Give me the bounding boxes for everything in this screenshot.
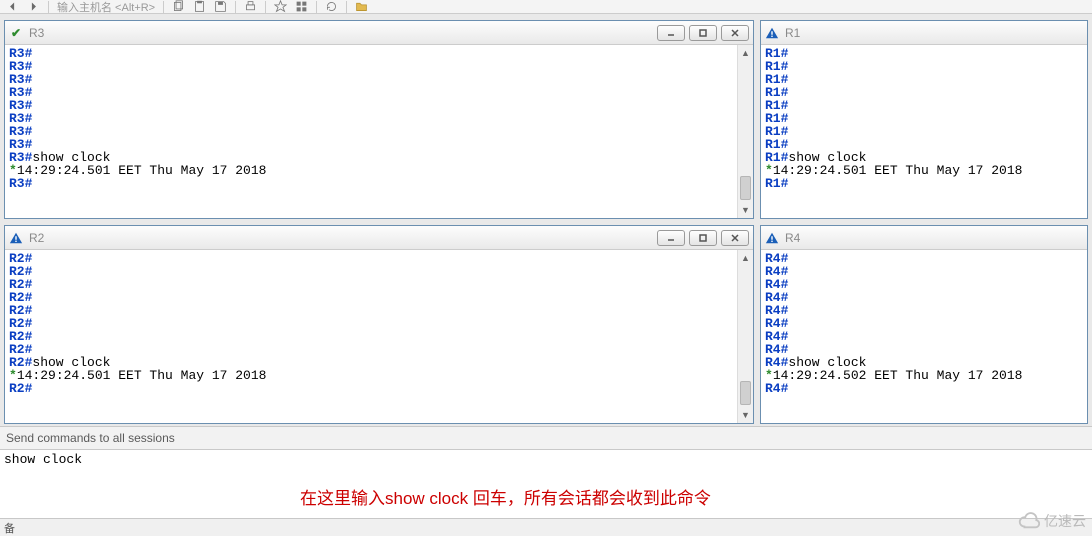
save-icon[interactable]	[214, 0, 227, 13]
print-icon[interactable]	[244, 0, 257, 13]
scroll-down-icon[interactable]: ▼	[738, 407, 753, 423]
pane-title: R2	[29, 231, 44, 245]
terminal-output[interactable]: R2# R2# R2# R2# R2# R2# R2# R2# R2#show …	[5, 250, 753, 423]
pane-title: R3	[29, 26, 44, 40]
check-icon: ✔	[9, 26, 23, 40]
maximize-button[interactable]	[689, 25, 717, 41]
terminal-pane-r3: ✔ R3 R3# R3# R3# R3# R3# R3# R3# R3# R3#…	[4, 20, 754, 219]
close-button[interactable]	[721, 25, 749, 41]
warning-icon	[9, 231, 23, 245]
minimize-button[interactable]	[657, 230, 685, 246]
titlebar-r3: ✔ R3	[5, 21, 753, 45]
terminal-pane-r2: R2 R2# R2# R2# R2# R2# R2# R2# R2# R2#sh…	[4, 225, 754, 424]
send-commands-label: Send commands to all sessions	[0, 426, 1092, 450]
scroll-up-icon[interactable]: ▲	[738, 250, 753, 266]
close-button[interactable]	[721, 230, 749, 246]
minimize-button[interactable]	[657, 25, 685, 41]
annotation-text: 在这里输入show clock 回车，所有会话都会收到此命令	[300, 484, 711, 509]
folder-icon[interactable]	[355, 0, 368, 13]
copy-icon[interactable]	[172, 0, 185, 13]
terminal-pane-r4: R4 R4# R4# R4# R4# R4# R4# R4# R4# R4#sh…	[760, 225, 1088, 424]
warning-icon	[765, 26, 779, 40]
watermark: 亿速云	[1018, 510, 1086, 532]
titlebar-r1: R1	[761, 21, 1087, 45]
warning-icon	[765, 231, 779, 245]
send-commands-input[interactable]: show clock 在这里输入show clock 回车，所有会话都会收到此命…	[0, 450, 1092, 518]
terminal-output[interactable]: R1# R1# R1# R1# R1# R1# R1# R1# R1#show …	[761, 45, 1087, 218]
paste-icon[interactable]	[193, 0, 206, 13]
refresh-icon[interactable]	[325, 0, 338, 13]
terminal-pane-r1: R1 R1# R1# R1# R1# R1# R1# R1# R1# R1#sh…	[760, 20, 1088, 219]
status-text: 备	[4, 520, 15, 536]
terminal-output[interactable]: R3# R3# R3# R3# R3# R3# R3# R3# R3#show …	[5, 45, 753, 218]
titlebar-r4: R4	[761, 226, 1087, 250]
scroll-thumb[interactable]	[740, 176, 751, 200]
cloud-icon	[1018, 510, 1040, 532]
scrollbar[interactable]: ▲ ▼	[737, 45, 753, 218]
scroll-thumb[interactable]	[740, 381, 751, 405]
pane-title: R4	[785, 231, 800, 245]
scroll-up-icon[interactable]: ▲	[738, 45, 753, 61]
grid-icon[interactable]	[295, 0, 308, 13]
terminal-output[interactable]: R4# R4# R4# R4# R4# R4# R4# R4# R4#show …	[761, 250, 1087, 423]
scrollbar[interactable]: ▲ ▼	[737, 250, 753, 423]
arrow-right-icon[interactable]	[27, 0, 40, 13]
toolbar-hint: 输入主机名 <Alt+R>	[57, 0, 155, 14]
star-icon[interactable]	[274, 0, 287, 13]
arrow-left-icon[interactable]	[6, 0, 19, 13]
watermark-text: 亿速云	[1044, 511, 1086, 531]
scroll-down-icon[interactable]: ▼	[738, 202, 753, 218]
titlebar-r2: R2	[5, 226, 753, 250]
status-bar: 备	[0, 518, 1092, 536]
pane-title: R1	[785, 26, 800, 40]
maximize-button[interactable]	[689, 230, 717, 246]
main-toolbar: 输入主机名 <Alt+R>	[0, 0, 1092, 14]
command-text: show clock	[4, 452, 82, 467]
